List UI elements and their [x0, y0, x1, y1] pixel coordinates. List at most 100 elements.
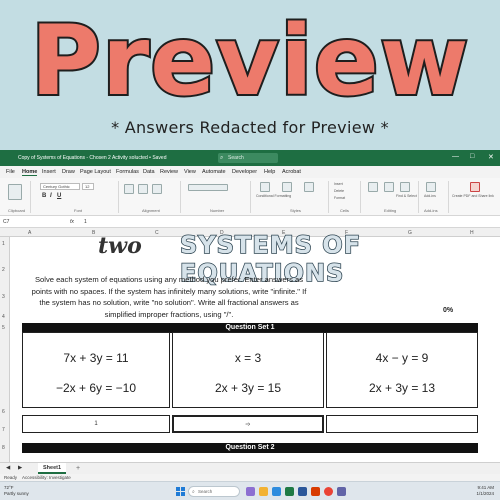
- tab-data[interactable]: Data: [143, 169, 155, 175]
- answer-cell-2[interactable]: ➩: [172, 415, 324, 433]
- maximize-button[interactable]: □: [470, 153, 474, 160]
- formula-bar: C7 fx 1: [0, 216, 500, 228]
- teams-icon[interactable]: [337, 487, 346, 496]
- row-header[interactable]: 6: [2, 409, 5, 415]
- font-size-select[interactable]: 12: [82, 183, 94, 190]
- tab-file[interactable]: File: [6, 169, 15, 175]
- answer-cell-1[interactable]: 1: [22, 415, 170, 433]
- ribbon-divider: [360, 181, 361, 213]
- format-as-table-icon[interactable]: [282, 182, 292, 192]
- instruction-line: the system has no solution, write "no so…: [39, 298, 299, 307]
- excel-icon[interactable]: [285, 487, 294, 496]
- tab-draw[interactable]: Draw: [62, 169, 75, 175]
- system-clock[interactable]: 9:41 AM 1/1/2024: [476, 485, 494, 497]
- create-pdf-icon[interactable]: [470, 182, 480, 192]
- fx-icon[interactable]: fx: [70, 219, 74, 225]
- menu-bar: File Home Insert Draw Page Layout Formul…: [0, 166, 500, 178]
- number-format-select[interactable]: [188, 184, 228, 191]
- close-button[interactable]: ✕: [488, 153, 494, 161]
- search-box[interactable]: ⌕ Search: [218, 153, 278, 163]
- align-left-icon[interactable]: [124, 184, 134, 194]
- search-placeholder: Search: [228, 155, 244, 161]
- row-header[interactable]: 5: [2, 325, 5, 331]
- cursor-pointer-icon: ➩: [245, 422, 251, 428]
- row-header[interactable]: 1: [2, 241, 5, 247]
- preview-title: Preview: [28, 4, 470, 118]
- group-clipboard: Clipboard: [8, 208, 26, 213]
- find-select-label: Find & Select: [396, 194, 417, 198]
- add-sheet-button[interactable]: +: [76, 465, 80, 472]
- accessibility-status[interactable]: Accessibility: Investigate: [22, 475, 71, 480]
- windows-start-icon[interactable]: [176, 487, 185, 496]
- powerpoint-icon[interactable]: [311, 487, 320, 496]
- tab-review[interactable]: Review: [160, 169, 178, 175]
- chrome-icon[interactable]: [324, 487, 333, 496]
- system-1-box: 7x + 3y = 11 −2x + 6y = −10: [22, 332, 170, 408]
- tab-automate[interactable]: Automate: [202, 169, 226, 175]
- row-headers: 1 2 3 4 5 6 7 8: [0, 237, 10, 462]
- wrap-text-icon[interactable]: [152, 184, 162, 194]
- find-select-icon[interactable]: [400, 182, 410, 192]
- row-header[interactable]: 4: [2, 314, 5, 320]
- system-3-equation-2: 2x + 3y = 13: [368, 381, 436, 395]
- bold-button[interactable]: B: [42, 193, 46, 199]
- status-ready: Ready: [4, 475, 18, 480]
- group-editing: Editing: [384, 208, 397, 213]
- ribbon-divider: [418, 181, 419, 213]
- conditional-formatting-icon[interactable]: [260, 182, 270, 192]
- app-icon[interactable]: [246, 487, 255, 496]
- search-icon: ⌕: [192, 489, 195, 495]
- answer-cell-3[interactable]: [326, 415, 478, 433]
- prev-sheet-icon[interactable]: ◀: [6, 465, 10, 471]
- formula-input[interactable]: 1: [84, 219, 87, 225]
- font-name-select[interactable]: Century Gothic: [40, 183, 80, 190]
- insert-cells-button[interactable]: Insert: [334, 182, 343, 186]
- column-header-a[interactable]: A: [28, 230, 31, 236]
- edge-icon[interactable]: [272, 487, 281, 496]
- row-header[interactable]: 3: [2, 294, 5, 300]
- file-explorer-icon[interactable]: [259, 487, 268, 496]
- next-sheet-icon[interactable]: ▶: [18, 465, 22, 471]
- windows-taskbar: 72°F Partly sunny ⌕ Search 9:41 AM 1/1/2…: [0, 481, 500, 500]
- tab-formulas[interactable]: Formulas: [116, 169, 139, 175]
- system-3-box: 4x − y = 9 2x + 3y = 13: [326, 332, 478, 408]
- group-number: Number: [210, 208, 225, 213]
- minimize-button[interactable]: —: [452, 153, 459, 160]
- align-center-icon[interactable]: [138, 184, 148, 194]
- cell-styles-icon[interactable]: [304, 182, 314, 192]
- autosum-icon[interactable]: [368, 182, 378, 192]
- tab-home[interactable]: Home: [22, 169, 38, 176]
- group-alignment: Alignment: [142, 208, 160, 213]
- underline-button[interactable]: U: [57, 193, 61, 199]
- add-ins-icon[interactable]: [426, 182, 436, 192]
- tab-page-layout[interactable]: Page Layout: [80, 169, 111, 175]
- ribbon-divider: [328, 181, 329, 213]
- row-header[interactable]: 7: [2, 427, 5, 433]
- delete-cells-button[interactable]: Delete: [334, 189, 344, 193]
- word-icon[interactable]: [298, 487, 307, 496]
- worksheet-grid[interactable]: two SYSTEMS OF EQUATIONS Solve each syst…: [10, 230, 500, 462]
- tab-insert[interactable]: Insert: [42, 169, 56, 175]
- weather-desc: Partly sunny: [4, 491, 29, 496]
- row-header[interactable]: 2: [2, 267, 5, 273]
- sheet-tab-sheet1[interactable]: Sheet1: [38, 463, 67, 474]
- weather-widget[interactable]: 72°F Partly sunny: [4, 485, 29, 497]
- sort-filter-icon[interactable]: [384, 182, 394, 192]
- column-header-c[interactable]: C: [155, 230, 159, 236]
- system-1-equation-1: 7x + 3y = 11: [63, 351, 129, 365]
- row-header[interactable]: 8: [2, 445, 5, 451]
- search-icon: ⌕: [220, 155, 224, 161]
- tab-help[interactable]: Help: [264, 169, 275, 175]
- taskbar-search[interactable]: ⌕ Search: [188, 486, 240, 497]
- paste-icon[interactable]: [8, 184, 22, 200]
- ribbon-divider: [448, 181, 449, 213]
- italic-button[interactable]: I: [50, 193, 52, 199]
- tab-view[interactable]: View: [184, 169, 196, 175]
- tab-acrobat[interactable]: Acrobat: [282, 169, 301, 175]
- name-box[interactable]: C7: [3, 219, 9, 225]
- instruction-line: Solve each system of equations using any…: [34, 275, 304, 284]
- tab-developer[interactable]: Developer: [232, 169, 257, 175]
- document-title: Copy of Systems of Equations - Chosen 2 …: [18, 155, 167, 161]
- format-cells-button[interactable]: Format: [334, 196, 345, 200]
- column-header-b[interactable]: B: [92, 230, 95, 236]
